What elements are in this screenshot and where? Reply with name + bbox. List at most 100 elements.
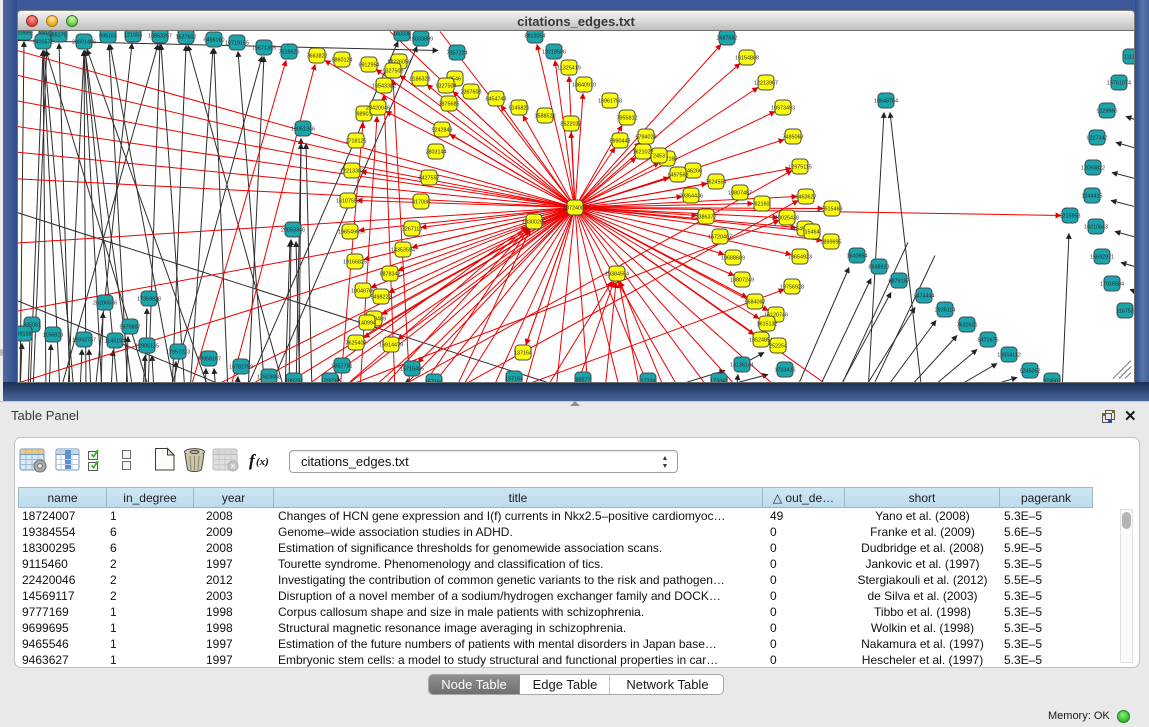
svg-text:2718126: 2718126 bbox=[346, 139, 367, 145]
svg-text:7485063: 7485063 bbox=[783, 135, 804, 141]
svg-text:12093822: 12093822 bbox=[1081, 166, 1105, 172]
svg-text:10688609: 10688609 bbox=[721, 256, 745, 262]
svg-text:137164: 137164 bbox=[514, 351, 532, 357]
svg-text:1640954: 1640954 bbox=[847, 254, 868, 260]
svg-text:137164: 137164 bbox=[505, 377, 523, 383]
svg-text:62160: 62160 bbox=[755, 202, 770, 208]
svg-text:3624554: 3624554 bbox=[706, 180, 727, 186]
svg-text:2453: 2453 bbox=[653, 154, 665, 160]
svg-text:16914479: 16914479 bbox=[379, 343, 403, 349]
svg-text:17359928: 17359928 bbox=[137, 297, 161, 303]
svg-text:20053346: 20053346 bbox=[281, 228, 305, 234]
svg-text:10958107: 10958107 bbox=[197, 357, 221, 363]
svg-text:157164: 157164 bbox=[425, 380, 443, 383]
svg-text:10025438: 10025438 bbox=[775, 216, 799, 222]
svg-text:12923468: 12923468 bbox=[257, 375, 281, 381]
svg-text:8860124: 8860124 bbox=[332, 58, 353, 64]
svg-text:9975887: 9975887 bbox=[120, 325, 141, 331]
svg-text:12905135: 12905135 bbox=[135, 344, 159, 350]
svg-text:8878342: 8878342 bbox=[380, 272, 401, 278]
svg-text:98901: 98901 bbox=[357, 112, 372, 118]
svg-text:20206536: 20206536 bbox=[93, 301, 117, 307]
svg-text:39158: 39158 bbox=[18, 332, 32, 338]
svg-text:17957223: 17957223 bbox=[166, 350, 190, 356]
svg-text:1621022: 1621022 bbox=[633, 150, 654, 156]
svg-text:3215953: 3215953 bbox=[1060, 214, 1081, 220]
svg-text:98577: 98577 bbox=[576, 378, 591, 383]
svg-text:140994: 140994 bbox=[358, 321, 376, 327]
svg-text:20995: 20995 bbox=[18, 31, 32, 37]
svg-text:16154808: 16154808 bbox=[735, 56, 759, 62]
svg-text:15751074: 15751074 bbox=[1107, 81, 1131, 87]
svg-text:6794028: 6794028 bbox=[636, 135, 657, 141]
svg-text:17016504: 17016504 bbox=[1100, 282, 1124, 288]
svg-text:20691406: 20691406 bbox=[72, 40, 96, 46]
svg-text:20364436: 20364436 bbox=[679, 194, 703, 200]
svg-text:1527602: 1527602 bbox=[176, 35, 197, 41]
svg-text:10648764: 10648764 bbox=[874, 99, 898, 105]
svg-text:9227342: 9227342 bbox=[1087, 136, 1108, 142]
svg-text:15692971: 15692971 bbox=[1090, 255, 1114, 261]
svg-text:1244415: 1244415 bbox=[1082, 194, 1103, 200]
svg-text:5498222: 5498222 bbox=[371, 295, 392, 301]
svg-text:7955812: 7955812 bbox=[617, 116, 638, 122]
svg-text:18724007: 18724007 bbox=[563, 206, 587, 212]
svg-text:8471676: 8471676 bbox=[978, 338, 999, 344]
svg-text:19756928: 19756928 bbox=[780, 285, 804, 291]
svg-text:2367608: 2367608 bbox=[461, 90, 482, 96]
svg-text:8186328: 8186328 bbox=[410, 77, 431, 83]
svg-text:8454749: 8454749 bbox=[486, 97, 507, 103]
svg-text:17334: 17334 bbox=[641, 379, 656, 383]
svg-text:12213967: 12213967 bbox=[754, 81, 778, 87]
svg-text:85175: 85175 bbox=[52, 33, 67, 39]
svg-text:19166825: 19166825 bbox=[343, 260, 367, 266]
svg-text:8813054: 8813054 bbox=[525, 34, 546, 40]
svg-text:9327504: 9327504 bbox=[436, 84, 457, 90]
svg-text:9684067: 9684067 bbox=[745, 300, 766, 306]
svg-text:1588520: 1588520 bbox=[535, 114, 556, 120]
svg-text:16782759: 16782759 bbox=[229, 365, 253, 371]
svg-text:7357224: 7357224 bbox=[447, 51, 468, 57]
svg-text:9327506: 9327506 bbox=[383, 69, 404, 75]
svg-text:10853267: 10853267 bbox=[148, 34, 172, 40]
svg-text:19654923: 19654923 bbox=[788, 255, 812, 261]
svg-text:9405572: 9405572 bbox=[33, 40, 54, 46]
svg-text:10654112: 10654112 bbox=[997, 353, 1021, 359]
svg-text:7625402: 7625402 bbox=[346, 341, 367, 347]
svg-text:9146821: 9146821 bbox=[509, 106, 530, 112]
svg-text:2687682: 2687682 bbox=[717, 36, 738, 42]
svg-text:15720407: 15720407 bbox=[708, 235, 732, 241]
svg-text:11125: 11125 bbox=[1124, 55, 1134, 61]
svg-text:7386372: 7386372 bbox=[696, 215, 717, 221]
svg-text:6466160: 6466160 bbox=[204, 38, 225, 44]
svg-text:9474444: 9474444 bbox=[914, 294, 935, 300]
svg-text:16033809: 16033809 bbox=[409, 37, 433, 43]
svg-text:10719155: 10719155 bbox=[225, 41, 249, 47]
svg-text:19218506: 19218506 bbox=[542, 50, 566, 56]
svg-text:9242848: 9242848 bbox=[432, 128, 453, 134]
svg-text:9245052: 9245052 bbox=[1020, 369, 1041, 375]
svg-text:15716485: 15716485 bbox=[400, 367, 424, 373]
svg-text:12975115: 12975115 bbox=[788, 165, 812, 171]
svg-text:109231: 109231 bbox=[285, 379, 303, 383]
svg-text:9463627: 9463627 bbox=[796, 195, 817, 201]
svg-text:18807249: 18807249 bbox=[730, 278, 754, 284]
svg-text:252254: 252254 bbox=[769, 344, 787, 350]
svg-text:16210643: 16210643 bbox=[1084, 225, 1108, 231]
svg-text:8912954: 8912954 bbox=[359, 63, 380, 69]
svg-text:19384554: 19384554 bbox=[605, 272, 629, 278]
svg-text:7515526: 7515526 bbox=[279, 50, 300, 56]
svg-text:16107553: 16107553 bbox=[336, 199, 360, 205]
svg-text:12942737: 12942737 bbox=[72, 338, 96, 344]
svg-text:14136141: 14136141 bbox=[730, 363, 754, 369]
svg-text:1145194: 1145194 bbox=[105, 339, 126, 345]
svg-text:9857791: 9857791 bbox=[332, 364, 353, 370]
svg-text:3875685: 3875685 bbox=[439, 102, 460, 108]
svg-text:16543382: 16543382 bbox=[372, 84, 396, 90]
svg-text:8990448: 8990448 bbox=[610, 139, 631, 145]
svg-text:7632621: 7632621 bbox=[957, 323, 978, 329]
svg-text:3267110: 3267110 bbox=[402, 227, 423, 233]
svg-text:121053: 121053 bbox=[124, 33, 142, 39]
svg-text:1733426: 1733426 bbox=[775, 368, 796, 374]
svg-text:9515469: 9515469 bbox=[822, 207, 843, 213]
